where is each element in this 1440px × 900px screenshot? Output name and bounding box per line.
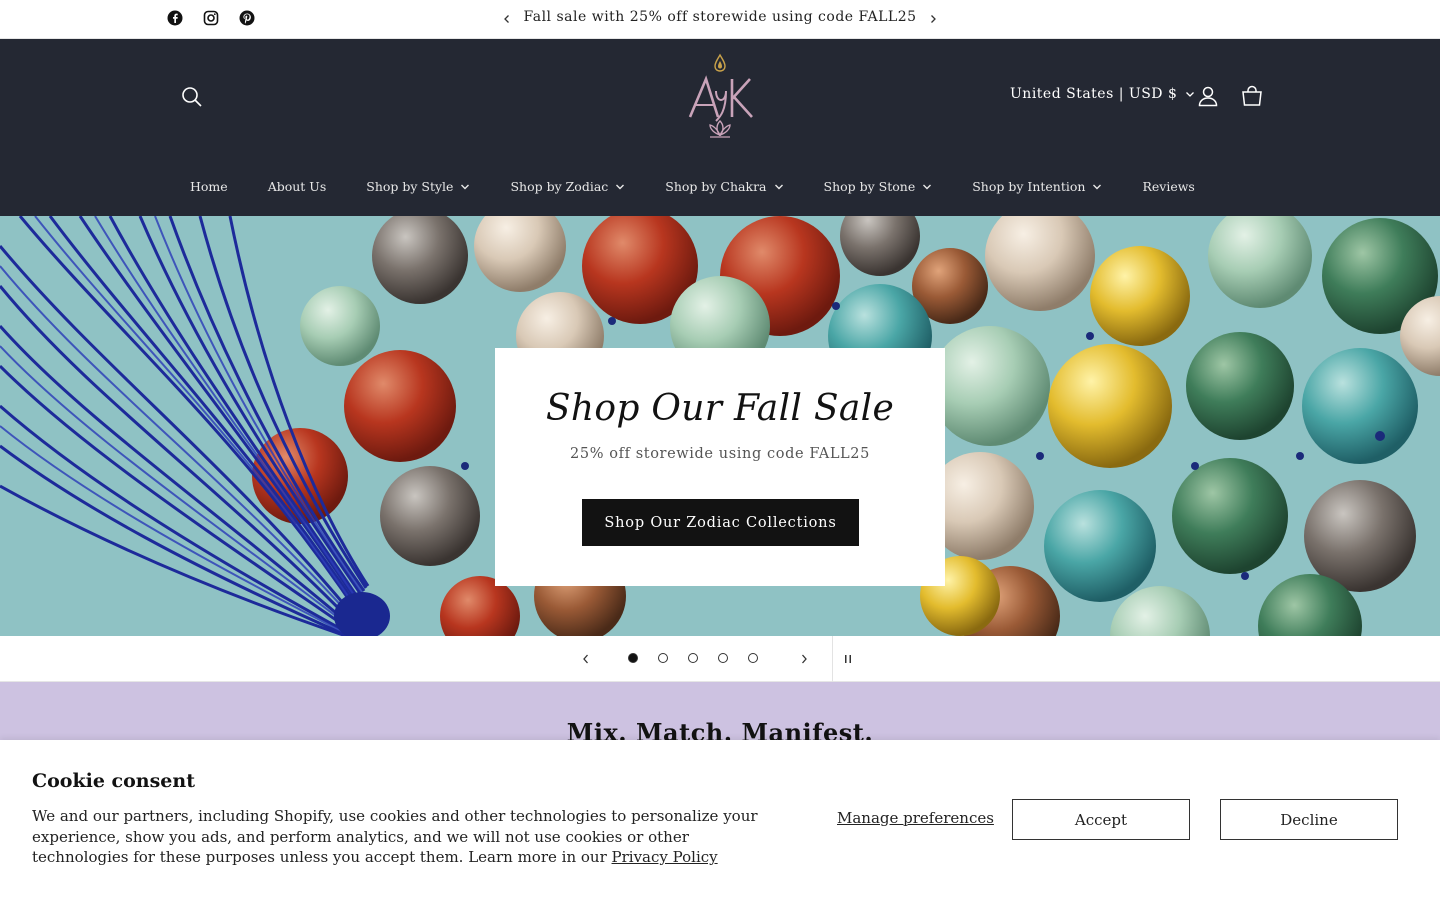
pause-icon — [845, 655, 851, 663]
slide-pause-button[interactable] — [838, 649, 858, 669]
manage-preferences-link[interactable]: Manage preferences — [837, 809, 994, 827]
chevron-down-icon — [1093, 184, 1102, 190]
slide-dot-2[interactable] — [658, 653, 668, 663]
facebook-icon[interactable] — [166, 9, 184, 27]
slide-dot-1[interactable] — [628, 653, 638, 663]
cart-icon[interactable] — [1240, 84, 1264, 108]
chevron-left-icon — [504, 15, 509, 23]
site-header: United States | USD $ Home About Us Shop… — [0, 39, 1440, 216]
nav-label: Shop by Stone — [823, 179, 916, 194]
nav-label: Shop by Style — [366, 179, 454, 194]
announcement-text: Fall sale with 25% off storewide using c… — [523, 9, 917, 25]
currency-label: United States | USD $ — [1010, 86, 1178, 102]
hero-banner: Shop Our Fall Sale 25% off storewide usi… — [0, 216, 1440, 636]
nav-label: Shop by Zodiac — [510, 179, 609, 194]
nav-item-about[interactable]: About Us — [248, 179, 347, 194]
nav-label: Home — [190, 179, 228, 194]
slide-next-button[interactable] — [794, 649, 814, 669]
search-icon[interactable] — [180, 85, 204, 109]
nav-item-reviews[interactable]: Reviews — [1122, 179, 1214, 194]
nav-item-home[interactable]: Home — [170, 179, 248, 194]
nav-item-shop-by-zodiac[interactable]: Shop by Zodiac — [490, 179, 645, 194]
instagram-icon[interactable] — [202, 9, 220, 27]
nav-label: Reviews — [1142, 179, 1195, 194]
nav-label: About Us — [267, 179, 327, 194]
cookie-consent-banner: Cookie consent We and our partners, incl… — [0, 740, 1440, 900]
accept-button[interactable]: Accept — [1012, 799, 1190, 840]
nav-item-shop-by-intention[interactable]: Shop by Intention — [952, 179, 1122, 194]
shop-zodiac-button[interactable]: Shop Our Zodiac Collections — [582, 499, 859, 546]
nav-item-shop-by-stone[interactable]: Shop by Stone — [804, 179, 953, 194]
announcement-next-button[interactable] — [923, 9, 943, 29]
pinterest-icon[interactable] — [238, 9, 256, 27]
chevron-right-icon — [931, 15, 936, 23]
chevron-right-icon — [802, 654, 807, 664]
chevron-down-icon — [923, 184, 932, 190]
nav-item-shop-by-style[interactable]: Shop by Style — [346, 179, 490, 194]
slideshow-controls — [0, 636, 1440, 682]
announcement-prev-button[interactable] — [497, 9, 517, 29]
chevron-down-icon — [461, 184, 470, 190]
slide-dot-5[interactable] — [748, 653, 758, 663]
nav-label: Shop by Chakra — [665, 179, 767, 194]
hero-subtitle: 25% off storewide using code FALL25 — [570, 446, 870, 462]
currency-selector[interactable]: United States | USD $ — [1010, 86, 1195, 102]
chevron-left-icon — [583, 654, 588, 664]
cookie-title: Cookie consent — [32, 770, 195, 792]
store-logo[interactable] — [680, 51, 760, 141]
hero-card: Shop Our Fall Sale 25% off storewide usi… — [495, 348, 945, 586]
social-links — [166, 9, 256, 27]
decline-button[interactable]: Decline — [1220, 799, 1398, 840]
privacy-policy-link[interactable]: Privacy Policy — [612, 848, 718, 866]
nav-item-shop-by-chakra[interactable]: Shop by Chakra — [645, 179, 803, 194]
main-nav: Home About Us Shop by Style Shop by Zodi… — [170, 179, 1215, 194]
slide-dot-3[interactable] — [688, 653, 698, 663]
announcement-bar: Fall sale with 25% off storewide using c… — [0, 0, 1440, 39]
account-icon[interactable] — [1196, 84, 1220, 108]
chevron-down-icon — [616, 184, 625, 190]
slide-dots — [628, 653, 758, 663]
nav-label: Shop by Intention — [972, 179, 1086, 194]
slide-dot-4[interactable] — [718, 653, 728, 663]
chevron-down-icon — [1186, 92, 1195, 97]
slide-prev-button[interactable] — [576, 649, 596, 669]
divider — [832, 636, 833, 682]
cookie-text: We and our partners, including Shopify, … — [32, 806, 762, 868]
hero-title: Shop Our Fall Sale — [545, 388, 895, 429]
chevron-down-icon — [774, 184, 783, 190]
